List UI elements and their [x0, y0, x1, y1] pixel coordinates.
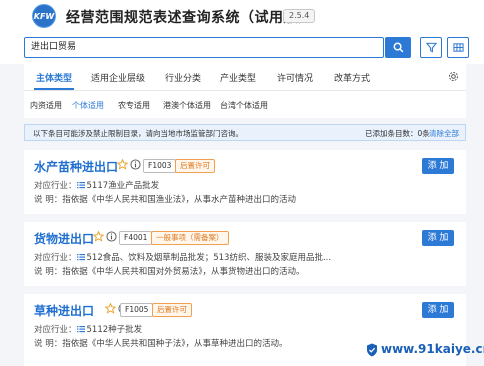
desc-row: 说 明：指依据《中华人民共和国渔业法》，从事水产苗种进出口的活动: [34, 193, 296, 205]
desc-row: 说 明：指依据《中华人民共和国对外贸易法》，从事货物进出口的活动。: [34, 265, 304, 277]
industry-label: 对应行业：: [34, 325, 77, 335]
tab-enterprise-level[interactable]: 适用企业层级: [91, 71, 145, 84]
list-icon: [76, 326, 85, 333]
industry-row: 对应行业： 512食品、饮料及烟草制品批发；513纺织、服装及家庭用品批...: [34, 251, 331, 263]
app-title: 经营范围规范表述查询系统（试用版）: [66, 10, 313, 26]
subtab-farmer-coop[interactable]: 农专适用: [118, 100, 150, 111]
category-tabs-panel: 主体类型 适用企业层级 行业分类 产业类型 许可情况 改革方式 内资适用 个体适…: [24, 64, 466, 118]
filter-icon: [425, 42, 437, 53]
grid-icon: [452, 43, 464, 52]
info-icon[interactable]: [106, 231, 117, 242]
filter-button[interactable]: [420, 37, 442, 58]
add-button[interactable]: 添 加: [422, 230, 454, 246]
added-count: 已添加条目数：0条: [365, 129, 430, 138]
desc-value: 指依据《中华人民共和国对外贸易法》，从事货物进出口的活动。: [62, 267, 305, 277]
result-card: 水产苗种进出口 F1003 后置许可 添 加 对应行业： 5117渔业产品批发 说…: [24, 150, 466, 214]
code-badge: F1003: [143, 159, 177, 173]
notice-bar: 以下条目可能涉及禁止限制目录，请向当地市场监管部门咨询。 已添加条目数：0条 清…: [24, 124, 466, 141]
search-input[interactable]: 进出口贸易: [24, 37, 384, 58]
item-title[interactable]: 草种进出口: [34, 302, 94, 319]
industry-label: 对应行业：: [34, 181, 77, 191]
list-icon: [76, 182, 85, 189]
star-icon[interactable]: [105, 303, 116, 314]
industry-label: 对应行业：: [34, 253, 77, 263]
desc-label: 说 明：: [34, 339, 63, 349]
industry-row: 对应行业： 5117渔业产品批发: [34, 179, 159, 191]
code-badge: F4001: [119, 231, 153, 245]
permit-badge: 一般事项（需备案）: [151, 231, 229, 245]
desc-value: 指依据《中华人民共和国渔业法》，从事水产苗种进出口的活动: [62, 195, 296, 205]
subtab-hk-macau[interactable]: 港澳个体适用: [163, 100, 211, 111]
permit-badge: 后置许可: [152, 303, 192, 317]
item-title[interactable]: 货物进出口: [34, 230, 94, 247]
subtab-domestic[interactable]: 内资适用: [30, 100, 62, 111]
tab-reform[interactable]: 改革方式: [334, 71, 370, 84]
notice-text: 以下条目可能涉及禁止限制目录，请向当地市场监管部门咨询。: [33, 129, 243, 138]
tabs-divider: [24, 90, 466, 91]
tab-industry-type[interactable]: 产业类型: [220, 71, 256, 84]
desc-label: 说 明：: [34, 195, 63, 205]
tab-permit[interactable]: 许可情况: [277, 71, 313, 84]
industry-value: 5112种子批发: [86, 325, 143, 335]
gear-icon[interactable]: [448, 71, 459, 82]
app-header: KFW 经营范围规范表述查询系统（试用版） 2.5.4: [0, 0, 484, 32]
permit-badge: 后置许可: [175, 159, 215, 173]
star-icon[interactable]: [93, 231, 104, 242]
list-icon: [76, 254, 85, 261]
watermark: www.91kaiye.cn: [381, 342, 484, 356]
desc-value: 指依据《中华人民共和国种子法》，从事草种进出口的活动。: [62, 339, 288, 349]
subtab-taiwan[interactable]: 台湾个体适用: [220, 100, 268, 111]
search-bar: 进出口贸易: [0, 32, 484, 64]
star-icon[interactable]: [117, 159, 128, 170]
result-card: 货物进出口 F4001 一般事项（需备案） 添 加 对应行业： 512食品、饮料及…: [24, 222, 466, 286]
search-button[interactable]: [385, 37, 411, 58]
shield-icon: [367, 343, 377, 357]
item-title[interactable]: 水产苗种进出口: [34, 158, 118, 175]
subtab-individual[interactable]: 个体适用: [72, 100, 104, 111]
tab-entity-type[interactable]: 主体类型: [36, 71, 72, 84]
add-button[interactable]: 添 加: [422, 302, 454, 318]
desc-label: 说 明：: [34, 267, 63, 277]
info-icon[interactable]: [130, 159, 141, 170]
grid-view-button[interactable]: [447, 37, 469, 58]
industry-value: 512食品、饮料及烟草制品批发；513纺织、服装及家庭用品批...: [86, 253, 332, 263]
desc-row: 说 明：指依据《中华人民共和国种子法》，从事草种进出口的活动。: [34, 337, 287, 349]
tab-industry[interactable]: 行业分类: [165, 71, 201, 84]
industry-value: 5117渔业产品批发: [86, 181, 160, 191]
version-badge: 2.5.4: [283, 9, 316, 23]
search-icon: [393, 42, 403, 53]
add-button[interactable]: 添 加: [422, 158, 454, 174]
code-badge: F1005: [120, 303, 154, 317]
app-logo: KFW: [32, 4, 56, 28]
industry-row: 对应行业： 5112种子批发: [34, 323, 142, 335]
clear-all-link[interactable]: 清除全部: [429, 128, 459, 139]
